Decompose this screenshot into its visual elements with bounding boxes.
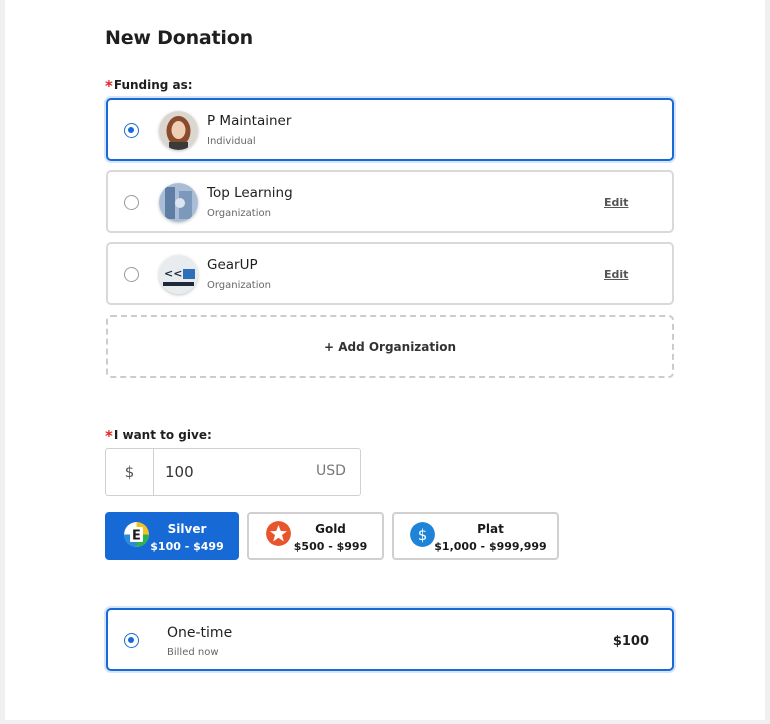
funding-option-p-maintainer[interactable]: P Maintainer Individual [106,98,674,161]
donation-form-card: New Donation *Funding as: P Maintainer I… [5,0,765,720]
option-type: Organization [207,208,271,219]
add-organization-button[interactable]: + Add Organization [106,315,674,378]
tier-name: Gold [315,522,346,536]
give-label: *I want to give: [105,425,212,445]
tier-name: Plat [477,522,504,536]
option-type: Organization [207,280,271,291]
tier-range: $1,000 - $999,999 [434,540,547,553]
required-icon: * [105,427,113,445]
funding-label-text: Funding as: [113,78,193,92]
frequency-price: $100 [612,634,649,649]
frequency-option-one-time[interactable]: One-time Billed now $100 [106,608,674,671]
frequency-sub: Billed now [167,647,219,658]
option-name: Top Learning [207,185,293,201]
radio-unselected[interactable] [124,195,139,210]
radio-selected[interactable] [124,633,139,648]
edit-link[interactable]: Edit [604,196,628,209]
radio-unselected[interactable] [124,267,139,282]
tier-range: $500 - $999 [293,540,368,553]
option-name: GearUP [207,257,258,273]
currency-prefix: $ [105,448,154,496]
funding-option-top-learning[interactable]: Top Learning Organization Edit [106,170,674,233]
avatar [159,183,198,222]
funding-label: *Funding as: [105,75,193,95]
option-name: P Maintainer [207,113,292,129]
tier-name: Silver [167,522,207,536]
required-icon: * [105,77,113,95]
currency-unit: USD [316,463,346,479]
avatar [159,111,198,150]
frequency-name: One-time [167,625,233,641]
radio-selected[interactable] [124,123,139,138]
avatar: <<< [159,255,198,294]
tier-gold[interactable]: Gold $500 - $999 [247,512,384,560]
edit-link[interactable]: Edit [604,268,628,281]
funding-option-gearup[interactable]: <<< GearUP Organization Edit [106,242,674,305]
option-type: Individual [207,136,256,147]
give-label-text: I want to give: [113,428,212,442]
tier-silver[interactable]: E Silver $100 - $499 [105,512,239,560]
page-title: New Donation [105,27,253,49]
tier-range: $100 - $499 [150,540,224,553]
tier-plat[interactable]: $ Plat $1,000 - $999,999 [392,512,559,560]
